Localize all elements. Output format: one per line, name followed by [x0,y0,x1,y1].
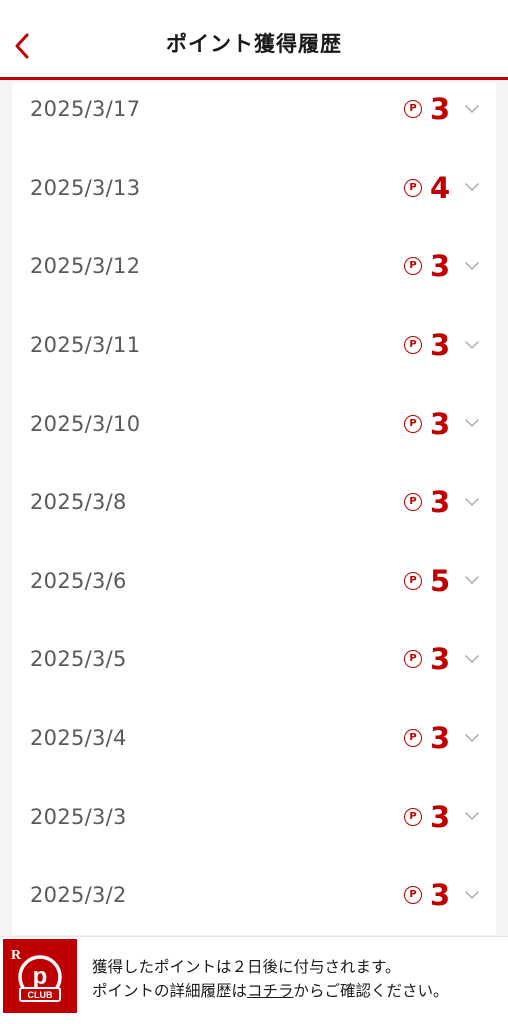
point-icon: P [404,100,422,119]
history-points-group: P3 [404,249,480,283]
history-row[interactable]: 2025/3/10 P 3 [12,384,496,463]
rakuten-point-club-logo: R p CLUB [3,939,77,1013]
point-icon: P [404,336,422,355]
point-icon: P [404,886,422,905]
logo-mark: p [33,963,48,990]
history-points: 3 [430,249,451,284]
history-points-group: P3 [404,485,480,519]
history-date: 2025/3/4 [30,726,127,751]
history-date: 2025/3/10 [30,411,141,436]
chevron-down-icon[interactable] [464,104,480,114]
point-icon: P [404,807,422,826]
history-points: 4 [430,170,451,205]
history-row[interactable]: 2025/3/12 P 3 [12,227,496,306]
history-row[interactable]: 2025/3/11 P 3 [12,306,496,385]
history-points-group: P3 [404,878,480,912]
chevron-down-icon[interactable] [464,576,480,586]
page-title: ポイント獲得履歴 [166,32,342,56]
footer-message: 獲得したポイントは２日後に付与されます。 ポイントの詳細履歴はコチラからご確認く… [92,955,449,1003]
chevron-down-icon[interactable] [464,497,480,507]
chevron-down-icon[interactable] [464,340,480,350]
footer-line-2-suffix: からご確認ください。 [293,982,449,1000]
point-icon: P [404,650,422,669]
history-points-group: P5 [404,564,480,598]
history-date: 2025/3/3 [30,804,127,829]
history-row[interactable]: 2025/3/8 P 3 [12,463,496,542]
app-header: ポイント獲得履歴 [0,0,508,80]
footer-notice: R p CLUB 獲得したポイントは２日後に付与されます。 ポイントの詳細履歴は… [0,936,508,1024]
history-points-group: P4 [404,171,480,205]
history-date: 2025/3/2 [30,883,127,908]
chevron-down-icon[interactable] [464,733,480,743]
history-points: 5 [430,563,451,598]
history-points: 3 [430,485,451,520]
history-row[interactable]: 2025/3/4 P 3 [12,699,496,778]
point-icon: P [404,257,422,276]
history-row[interactable]: 2025/3/3 P 3 [12,777,496,856]
points-history-page: ポイント獲得履歴 2025/3/17 P 3 2025/3/13 P 4 2025/3/12… [0,0,508,1024]
history-points-group: P3 [404,721,480,755]
history-points: 3 [430,406,451,441]
history-points: 3 [430,328,451,363]
point-icon: P [404,571,422,590]
chevron-down-icon[interactable] [464,812,480,822]
history-row[interactable]: 2025/3/6 P 5 [12,542,496,621]
history-points: 3 [430,642,451,677]
history-points-group: P3 [404,407,480,441]
history-date: 2025/3/8 [30,490,127,515]
history-points: 3 [430,878,451,913]
point-icon: P [404,729,422,748]
chevron-down-icon[interactable] [464,183,480,193]
logo-badge: CLUB [28,990,53,1000]
chevron-down-icon[interactable] [464,654,480,664]
history-points-group: P3 [404,92,480,126]
history-points: 3 [430,721,451,756]
details-link[interactable]: コチラ [247,982,294,1000]
history-list: 2025/3/17 P 3 2025/3/13 P 4 2025/3/12 P 3 2025/3/… [12,83,496,935]
history-row[interactable]: 2025/3/5 P 3 [12,620,496,699]
history-row[interactable]: 2025/3/17 P 3 [12,83,496,149]
chevron-down-icon[interactable] [464,419,480,429]
point-icon: P [404,414,422,433]
history-date: 2025/3/12 [30,254,141,279]
history-row[interactable]: 2025/3/13 P 4 [12,149,496,228]
history-date: 2025/3/6 [30,568,127,593]
history-list-container[interactable]: 2025/3/17 P 3 2025/3/13 P 4 2025/3/12 P 3 2025/3/… [12,83,496,935]
history-points-group: P3 [404,642,480,676]
history-date: 2025/3/17 [30,97,141,122]
chevron-down-icon[interactable] [464,890,480,900]
footer-line-1: 獲得したポイントは２日後に付与されます。 [92,958,401,976]
chevron-down-icon[interactable] [464,261,480,271]
point-icon: P [404,178,422,197]
history-points: 3 [430,799,451,834]
history-date: 2025/3/13 [30,175,141,200]
footer-line-2: ポイントの詳細履歴はコチラからご確認ください。 [92,979,449,1003]
history-points-group: P3 [404,800,480,834]
history-row[interactable]: 2025/3/2 P 3 [12,856,496,935]
history-points-group: P3 [404,328,480,362]
footer-line-2-prefix: ポイントの詳細履歴は [92,982,248,1000]
logo-letter: R [11,948,22,963]
history-points: 3 [430,92,451,127]
history-date: 2025/3/11 [30,333,141,358]
history-date: 2025/3/5 [30,647,127,672]
point-icon: P [404,493,422,512]
